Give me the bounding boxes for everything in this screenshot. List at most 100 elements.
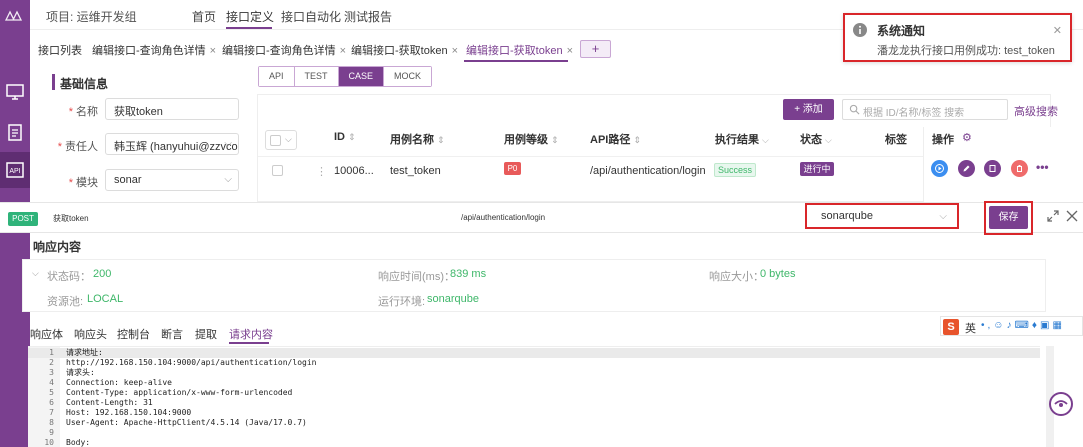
row-checkbox[interactable] <box>272 165 283 176</box>
nav-home[interactable]: 首页 <box>192 8 216 25</box>
tab-edit-get-token-2[interactable]: 编辑接口-获取token × <box>466 42 573 58</box>
response-tab-underline <box>229 342 269 344</box>
resource-pool-value: LOCAL <box>87 293 124 305</box>
code-line: 5 Content-Type: application/x-www-form-ur… <box>49 388 293 397</box>
add-tab-button[interactable]: + <box>580 40 611 58</box>
response-size-label: 响应大小： <box>709 271 764 283</box>
tab-edit-get-token-1[interactable]: 编辑接口-获取token × <box>351 42 458 58</box>
basic-info-title: 基础信息 <box>60 77 109 91</box>
request-name: 获取token <box>53 214 89 223</box>
close-icon[interactable]: ✕ <box>1053 24 1062 37</box>
nav-test-report[interactable]: 测试报告 <box>344 8 392 25</box>
header-ops: 操作 <box>932 134 954 146</box>
header-id[interactable]: ID ⇕ <box>334 131 356 143</box>
mode-api[interactable]: API <box>259 67 295 86</box>
nav-active-underline <box>226 27 272 29</box>
nav-api-definition[interactable]: 接口定义 <box>226 8 274 25</box>
trash-icon <box>1011 160 1028 177</box>
edit-icon <box>958 160 975 177</box>
copy-case-button[interactable] <box>984 160 1001 177</box>
notification-message: 潘龙龙执行接口用例成功: test_token <box>877 45 1055 57</box>
gear-icon[interactable]: ⚙ <box>962 131 972 144</box>
sogou-logo-icon[interactable]: S <box>943 319 959 335</box>
drag-handle-icon[interactable]: ⋮ <box>316 165 327 178</box>
close-icon[interactable]: × <box>340 45 346 57</box>
header-name[interactable]: 用例名称 ⇕ <box>390 131 445 147</box>
response-summary <box>22 259 1046 312</box>
tab-active-underline <box>464 60 568 62</box>
run-case-button[interactable] <box>931 160 948 177</box>
play-icon <box>931 160 948 177</box>
cell-id: 10006... <box>334 165 374 177</box>
monitor-icon[interactable] <box>5 82 25 102</box>
tab-edit-role-detail-1[interactable]: 编辑接口-查询角色详情 × <box>92 42 216 58</box>
svg-text:API: API <box>9 168 20 175</box>
ime-language-toggle[interactable]: 英 <box>965 320 976 336</box>
code-line: 7 Host: 192.168.150.104:9000 <box>49 408 192 417</box>
cell-name[interactable]: test_token <box>390 165 441 177</box>
code-line: 9 <box>49 428 54 437</box>
code-line: 1 请求地址: <box>28 348 1040 358</box>
delete-case-button[interactable] <box>1011 160 1028 177</box>
name-label: * 名称 <box>68 106 98 118</box>
case-search-input[interactable]: 根据 ID/名称/标签 搜索 <box>842 99 1008 120</box>
copy-icon <box>984 160 1001 177</box>
chevron-down-icon[interactable]: ⌵ <box>32 268 39 279</box>
code-line: 8 User-Agent: Apache-HttpClient/4.5.14 (J… <box>49 418 307 427</box>
close-icon[interactable]: × <box>210 45 216 57</box>
tab-console[interactable]: 控制台 <box>117 326 150 342</box>
mode-switch: API TEST CASE MOCK <box>258 66 433 87</box>
clipboard-icon[interactable] <box>5 122 25 142</box>
header-api-path[interactable]: API路径 ⇕ <box>590 131 641 147</box>
ime-tool-icons[interactable]: •,☺♪⌨♦▣▦ <box>981 320 1065 331</box>
info-icon <box>853 23 867 37</box>
advanced-search-link[interactable]: 高级搜索 <box>1014 103 1058 119</box>
expand-icon[interactable] <box>1047 210 1059 222</box>
mode-case[interactable]: CASE <box>338 67 385 86</box>
mode-test[interactable]: TEST <box>294 67 339 86</box>
response-title: 响应内容 <box>33 240 82 254</box>
owner-label: * 责任人 <box>57 141 98 153</box>
response-time-value: 839 ms <box>450 268 487 280</box>
tab-response-headers[interactable]: 响应头 <box>74 326 107 342</box>
tab-api-list[interactable]: 接口列表 <box>38 42 82 58</box>
request-content-code[interactable]: 1 请求地址: 2 http://192.168.150.104:9000/api/… <box>28 346 1040 447</box>
close-icon[interactable] <box>1066 210 1078 222</box>
status-code-label: 状态码： <box>47 271 91 283</box>
tab-assertions[interactable]: 断言 <box>161 326 183 342</box>
save-button[interactable]: 保存 <box>989 206 1028 229</box>
chevron-down-icon: ⌵ <box>224 138 232 149</box>
api-icon[interactable]: API <box>5 160 25 180</box>
floating-assistant-icon[interactable] <box>1049 392 1073 416</box>
code-line: 6 Content-Length: 31 <box>49 398 153 407</box>
name-input[interactable]: 获取token <box>105 98 239 120</box>
edit-case-button[interactable] <box>958 160 975 177</box>
notification-title: 系统通知 <box>877 24 926 38</box>
module-select[interactable]: sonar ⌵ <box>105 169 239 191</box>
tab-extract[interactable]: 提取 <box>195 326 217 342</box>
header-status[interactable]: 状态 ⌵ <box>800 131 832 147</box>
tab-request-content[interactable]: 请求内容 <box>229 326 273 342</box>
owner-select[interactable]: 韩玉辉 (hanyuhui@zzvcom ⌵ <box>105 133 239 155</box>
response-size-value: 0 bytes <box>760 268 796 280</box>
section-accent <box>52 74 55 90</box>
project-selector[interactable]: 项目: 运维开发组 <box>46 8 137 25</box>
header-result[interactable]: 执行结果 ⌵ <box>715 131 769 147</box>
header-tags: 标签 <box>885 134 907 146</box>
run-env-value: sonarqube <box>427 293 479 305</box>
more-icon[interactable]: ••• <box>1036 160 1049 174</box>
add-case-button[interactable]: + 添加 <box>783 99 834 120</box>
nav-api-automation[interactable]: 接口自动化 <box>281 8 341 25</box>
mode-mock[interactable]: MOCK <box>384 67 432 86</box>
environment-select[interactable]: sonarqube ⌵ <box>805 203 959 229</box>
search-icon <box>849 104 860 115</box>
header-level[interactable]: 用例等级 ⇕ <box>504 131 559 147</box>
tab-edit-role-detail-2[interactable]: 编辑接口-查询角色详情 × <box>222 42 346 58</box>
close-icon[interactable]: × <box>567 45 573 57</box>
tab-response-body[interactable]: 响应体 <box>30 326 63 342</box>
close-icon[interactable]: × <box>452 45 458 57</box>
code-line: 2 http://192.168.150.104:9000/api/authent… <box>49 358 317 367</box>
section-accent <box>26 237 29 252</box>
chevron-down-icon: ⌵ <box>939 211 947 222</box>
code-line: 10 Body: <box>44 438 91 447</box>
